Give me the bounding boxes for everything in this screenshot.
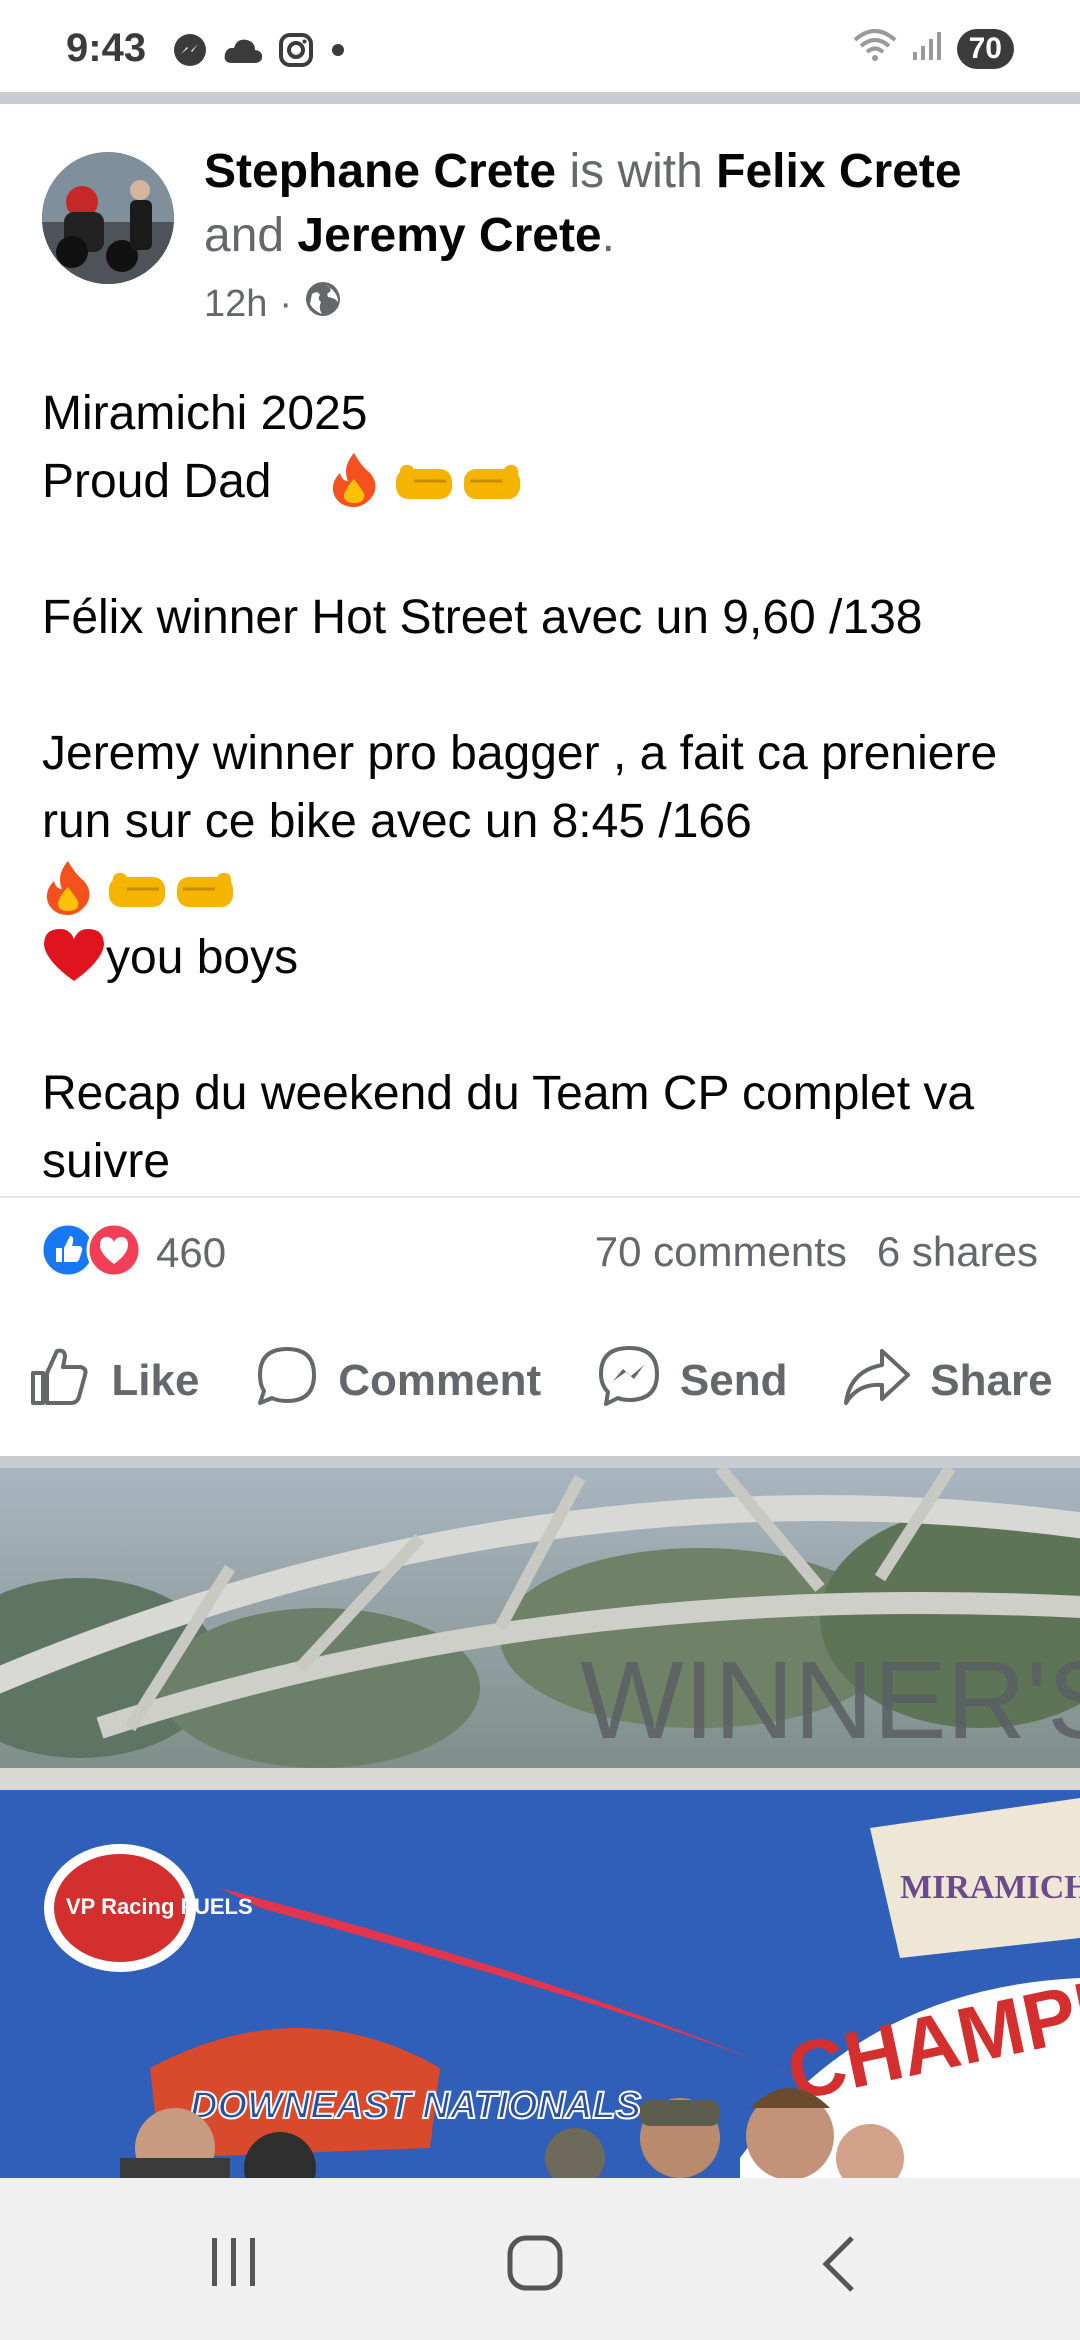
comment-label: Comment: [338, 1356, 542, 1405]
battery-indicator: 70: [956, 28, 1014, 69]
system-nav-bar: [0, 2178, 1080, 2340]
like-button[interactable]: Like: [27, 1343, 199, 1420]
tagged-user-link-jeremy[interactable]: Jeremy Crete: [297, 209, 601, 262]
wifi-icon: [853, 28, 897, 69]
engagement-separator: [0, 1196, 1080, 1198]
messenger-send-icon: [596, 1343, 662, 1420]
home-icon[interactable]: [506, 2234, 564, 2297]
fist-bump-icon: [394, 455, 524, 508]
red-heart-icon: [42, 929, 106, 984]
post-line: Recap du weekend du Team CP complet va s…: [42, 1067, 975, 1188]
emoji-line: [42, 856, 1052, 924]
cloud-icon: [222, 35, 264, 70]
globe-icon: [304, 280, 342, 328]
share-button[interactable]: Share: [842, 1343, 1053, 1420]
love-reaction-icon: [86, 1222, 142, 1283]
post-line: Félix winner Hot Street avec un 9,60 /13…: [42, 591, 923, 644]
miramichi-logo-text: MIRAMICHI DRAGWAY: [900, 1869, 1080, 1906]
messenger-icon: [172, 32, 208, 73]
fist-bump-icon: [107, 863, 237, 916]
post-action-bar: Like Comment Send Share: [0, 1336, 1080, 1426]
send-button[interactable]: Send: [596, 1343, 788, 1420]
send-label: Send: [679, 1356, 788, 1405]
post-photo[interactable]: WINNER'S VP Racing FUELS MIRAMICHI DRAGW…: [0, 1468, 1080, 2178]
comments-count-link[interactable]: 70 comments: [595, 1228, 847, 1276]
share-label: Share: [930, 1356, 1053, 1405]
reactions-summary[interactable]: 460: [40, 1222, 226, 1283]
post-line: Miramichi 2025: [42, 387, 368, 440]
comment-icon: [254, 1343, 320, 1420]
signal-icon: [911, 30, 943, 67]
reaction-count: 460: [156, 1228, 227, 1276]
engagement-counts: 70 comments 6 shares: [595, 1228, 1038, 1276]
fire-icon: [42, 861, 94, 916]
instagram-icon: [278, 32, 314, 73]
and-text: and: [204, 209, 298, 262]
back-icon[interactable]: [818, 2234, 858, 2299]
post-line-with-heart: you boys: [42, 924, 1052, 992]
post-author-line: Stephane Crete is with Felix Crete and J…: [204, 140, 1044, 268]
share-arrow-icon: [842, 1343, 912, 1420]
meta-separator: ·: [279, 282, 293, 325]
downeast-logo-text: DOWNEAST NATIONALS: [190, 2085, 641, 2127]
tagged-user-link-felix[interactable]: Felix Crete: [716, 145, 961, 198]
post-timestamp[interactable]: 12h: [204, 283, 267, 326]
shares-count-link[interactable]: 6 shares: [877, 1228, 1038, 1276]
post-line-with-emoji: Proud Dad: [42, 448, 1052, 516]
recent-apps-icon[interactable]: [208, 2234, 260, 2295]
feed-divider: [0, 1456, 1080, 1468]
vp-logo-text: VP Racing FUELS: [66, 1894, 253, 1919]
thumbs-up-icon: [27, 1343, 93, 1420]
comment-button[interactable]: Comment: [254, 1343, 541, 1420]
status-bar: 9:43 70: [0, 0, 1080, 96]
status-time: 9:43: [66, 26, 147, 70]
post-meta: 12h ·: [204, 280, 342, 328]
post-body: Miramichi 2025 Proud Dad Félix winner Ho…: [42, 380, 1052, 1196]
arch-text: WINNER'S: [580, 1639, 1080, 1762]
fire-icon: [328, 453, 380, 508]
period: .: [601, 209, 615, 262]
top-divider: [0, 92, 1080, 104]
author-name-link[interactable]: Stephane Crete: [204, 145, 556, 198]
author-avatar[interactable]: [42, 152, 174, 284]
dot-icon: [328, 40, 348, 65]
post-line: Jeremy winner pro bagger , a fait ca pre…: [42, 727, 998, 848]
like-label: Like: [111, 1356, 200, 1405]
with-text: is with: [556, 145, 717, 198]
